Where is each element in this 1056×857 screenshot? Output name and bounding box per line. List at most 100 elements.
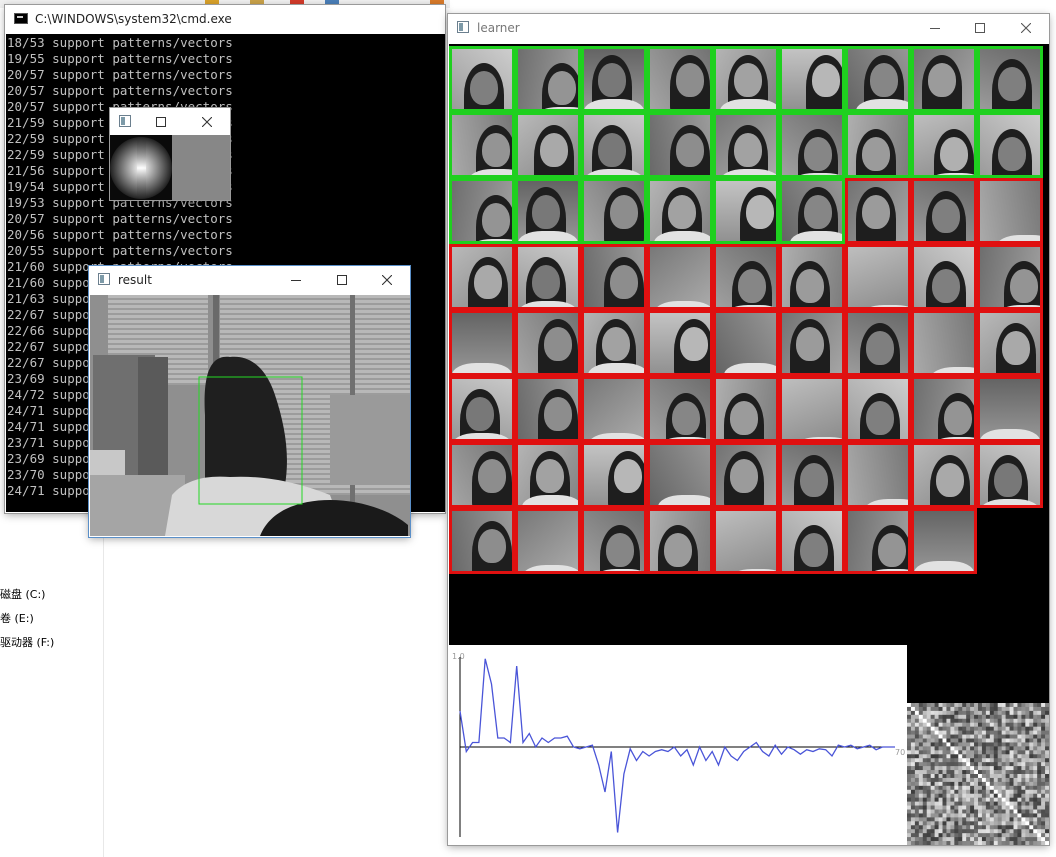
matrix-cell xyxy=(1045,793,1049,798)
matrix-cell xyxy=(1009,762,1014,767)
matrix-cell xyxy=(930,750,935,755)
matrix-cell xyxy=(926,837,931,842)
matrix-cell xyxy=(950,825,955,830)
positive-sample-tile xyxy=(581,46,647,112)
negative-sample-tile xyxy=(977,442,1043,508)
close-button[interactable] xyxy=(1003,14,1049,42)
matrix-cell xyxy=(1009,703,1014,708)
matrix-cell xyxy=(997,734,1002,739)
matrix-cell xyxy=(997,829,1002,834)
sample-thumbnail xyxy=(716,247,776,307)
matrix-cell xyxy=(1013,726,1018,731)
matrix-cell xyxy=(985,738,991,743)
matrix-cell xyxy=(993,809,999,814)
matrix-cell xyxy=(978,825,983,830)
matrix-cell xyxy=(926,722,931,727)
matrix-cell xyxy=(910,817,916,822)
negative-sample-tile xyxy=(977,244,1043,310)
matrix-cell xyxy=(1009,710,1014,716)
matrix-cell xyxy=(950,718,955,724)
matrix-cell xyxy=(1001,793,1006,798)
matrix-cell xyxy=(938,746,943,751)
matrix-cell xyxy=(910,718,916,724)
minimize-icon xyxy=(930,28,940,29)
matrix-cell xyxy=(1013,750,1018,755)
matrix-cell xyxy=(962,710,967,716)
minimize-button[interactable] xyxy=(273,266,319,294)
matrix-cell xyxy=(1037,742,1042,747)
matrix-cell xyxy=(907,809,912,814)
matrix-cell xyxy=(950,841,955,845)
matrix-cell xyxy=(974,746,979,751)
matrix-cell xyxy=(910,809,916,814)
matrix-cell xyxy=(989,730,995,735)
matrix-cell xyxy=(981,793,987,798)
matrix-cell xyxy=(962,789,967,795)
matrix-cell xyxy=(1033,714,1038,720)
matrix-cell xyxy=(1029,730,1034,735)
negative-sample-tile xyxy=(779,508,845,574)
matrix-cell xyxy=(989,841,995,845)
matrix-cell xyxy=(1021,809,1026,814)
matrix-cell xyxy=(954,781,959,787)
matrix-cell xyxy=(958,758,963,763)
matrix-cell xyxy=(1005,738,1010,743)
matrix-cell xyxy=(918,797,924,802)
result-titlebar[interactable]: result xyxy=(89,266,410,294)
sample-thumbnail xyxy=(848,511,908,571)
matrix-cell xyxy=(962,734,967,739)
matrix-cell xyxy=(922,706,928,712)
console-line: 18/53 support patterns/vectors xyxy=(7,35,233,50)
matrix-cell xyxy=(1041,833,1046,838)
matrix-cell xyxy=(958,722,963,727)
matrix-cell xyxy=(958,821,963,826)
matrix-cell xyxy=(974,718,979,724)
matrix-cell xyxy=(1005,837,1010,842)
cmd-titlebar[interactable]: C:\WINDOWS\system32\cmd.exe xyxy=(5,5,445,33)
positive-sample-tile xyxy=(779,46,845,112)
matrix-cell xyxy=(997,714,1002,720)
matrix-cell xyxy=(910,781,916,787)
matrix-cell xyxy=(1021,738,1026,743)
matrix-cell xyxy=(918,801,924,806)
matrix-cell xyxy=(1045,825,1049,830)
close-button[interactable] xyxy=(364,266,410,294)
matrix-cell xyxy=(1009,746,1014,751)
matrix-cell xyxy=(938,762,943,767)
matrix-cell xyxy=(1021,789,1026,795)
matrix-cell xyxy=(1013,785,1018,791)
matrix-cell xyxy=(989,817,995,822)
drive-item-c[interactable]: 磁盘 (C:) xyxy=(0,586,45,602)
learner-titlebar[interactable]: learner xyxy=(448,14,1049,42)
close-icon xyxy=(202,117,212,127)
small-titlebar[interactable] xyxy=(110,108,230,135)
matrix-cell xyxy=(970,805,975,810)
matrix-cell xyxy=(993,825,999,830)
matrix-cell xyxy=(989,821,995,826)
minimize-button[interactable] xyxy=(912,14,958,42)
matrix-cell xyxy=(1017,754,1022,759)
matrix-cell xyxy=(914,703,920,708)
drive-item-f[interactable]: 驱动器 (F:) xyxy=(0,634,54,650)
matrix-cell xyxy=(1017,833,1022,838)
close-button[interactable] xyxy=(184,108,230,136)
matrix-cell xyxy=(1021,746,1026,751)
maximize-icon xyxy=(337,275,347,285)
matrix-cell xyxy=(1045,750,1049,755)
maximize-button[interactable] xyxy=(957,14,1003,42)
matrix-cell xyxy=(914,817,920,822)
learner-window[interactable]: learner 1.0 70 xyxy=(448,14,1049,845)
matrix-cell xyxy=(1029,801,1034,806)
maximize-button[interactable] xyxy=(319,266,365,294)
sample-thumbnail xyxy=(584,247,644,307)
matrix-cell xyxy=(993,730,999,735)
small-preview-window[interactable] xyxy=(110,108,230,200)
matrix-cell xyxy=(993,762,999,767)
maximize-button[interactable] xyxy=(138,108,184,136)
matrix-cell xyxy=(1005,762,1010,767)
matrix-cell xyxy=(914,805,920,810)
result-window[interactable]: result xyxy=(89,266,410,537)
matrix-cell xyxy=(926,821,931,826)
drive-item-e[interactable]: 卷 (E:) xyxy=(0,610,34,626)
matrix-cell xyxy=(914,738,920,743)
